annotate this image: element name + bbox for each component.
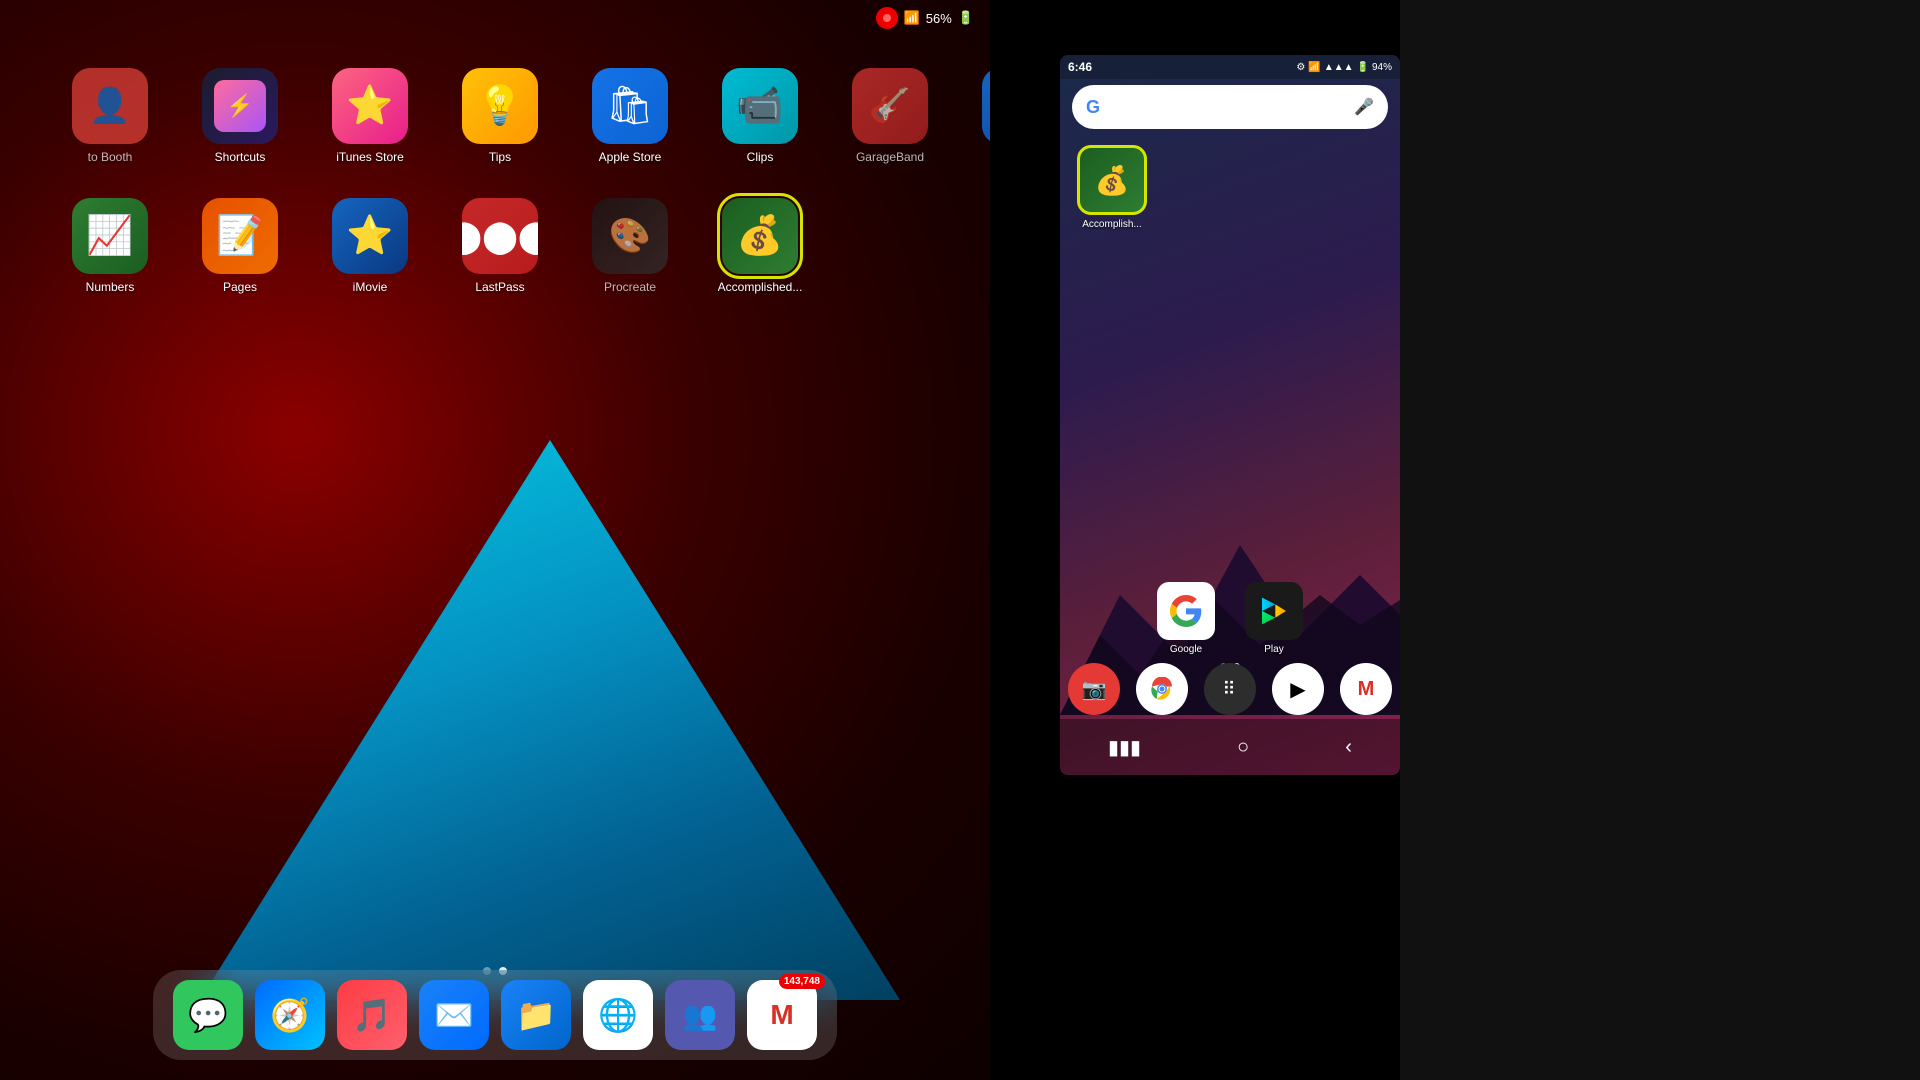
battery-percent: 56% <box>926 11 952 26</box>
android-status-bar: 6:46 ⚙ 📶 ▲▲▲ 🔋 94% <box>1060 55 1400 79</box>
android-dock-chrome[interactable] <box>1136 663 1188 715</box>
dock-music[interactable]: 🎵 <box>337 980 407 1050</box>
battery-icon: 🔋 <box>1357 62 1369 73</box>
google-search-bar[interactable]: G 🎤 <box>1072 85 1388 129</box>
dock-teams[interactable]: 👥 <box>665 980 735 1050</box>
microphone-icon[interactable]: 🎤 <box>1354 97 1374 117</box>
accomplished-label: Accomplish... <box>1082 219 1141 230</box>
dock-chrome[interactable]: 🌐 <box>583 980 653 1050</box>
app-tips[interactable]: 💡 Tips <box>450 60 550 190</box>
app-grid: 👤 to Booth ⚡ Shortcuts ⭐ iTunes Store 💡 … <box>0 50 990 460</box>
signal-icon: ▲▲▲ <box>1324 62 1354 73</box>
android-dock-camera[interactable]: 📷 <box>1068 663 1120 715</box>
right-filler <box>1400 0 1920 1080</box>
android-navbar: ▮▮▮ ○ ‹ <box>1060 719 1400 775</box>
android-dock-playstore[interactable]: ▶ <box>1272 663 1324 715</box>
app-itunes-store[interactable]: ⭐ iTunes Store <box>320 60 420 190</box>
accomplished-icon[interactable]: 💰 <box>1077 145 1147 215</box>
app-numbers[interactable]: 📈 Numbers <box>60 190 160 320</box>
app-shortcuts[interactable]: ⚡ Shortcuts <box>190 60 290 190</box>
play-label: Play <box>1264 644 1283 655</box>
android-app-play[interactable]: Play <box>1245 582 1303 655</box>
ipad-screen: 📶 56% 🔋 👤 to Booth ⚡ Shortcuts ⭐ iTunes … <box>0 0 990 1080</box>
battery-percent: 94% <box>1372 62 1392 73</box>
android-app-google[interactable]: Google <box>1157 582 1215 655</box>
dock-safari[interactable]: 🧭 <box>255 980 325 1050</box>
app-garageband[interactable]: 🎸 GarageBand <box>840 60 940 190</box>
android-status-icons: ⚙ 📶 ▲▲▲ 🔋 94% <box>1296 62 1392 73</box>
nav-home-button[interactable]: ○ <box>1229 728 1257 767</box>
android-screen: 6:46 ⚙ 📶 ▲▲▲ 🔋 94% G 🎤 💰 Accomplish... <box>1060 55 1400 775</box>
ipad-dock: 💬 🧭 🎵 ✉️ 📁 🌐 👥 M 143,748 <box>153 970 837 1060</box>
dock-gmail[interactable]: M 143,748 <box>747 980 817 1050</box>
app-imovie[interactable]: ⭐ iMovie <box>320 190 420 320</box>
app-photo-booth[interactable]: 👤 to Booth <box>60 60 160 190</box>
app-apple-store[interactable]: 🛍 Apple Store <box>580 60 680 190</box>
dock-mail[interactable]: ✉️ <box>419 980 489 1050</box>
recording-indicator <box>876 7 898 29</box>
ipad-status-bar: 📶 56% 🔋 <box>0 0 990 36</box>
app-pages[interactable]: 📝 Pages <box>190 190 290 320</box>
app-keynote[interactable]: 📊 Keynote <box>970 60 990 190</box>
app-clips[interactable]: 📹 Clips <box>710 60 810 190</box>
wifi-icon: 📶 <box>1308 62 1320 73</box>
dock-files[interactable]: 📁 <box>501 980 571 1050</box>
app-lastpass[interactable]: ⬤⬤⬤ LastPass <box>450 190 550 320</box>
android-bottom-apps: Google <box>1060 582 1400 655</box>
android-dock: 📷 ⠿ ▶ M <box>1060 663 1400 715</box>
app-procreate[interactable]: 🎨 Procreate <box>580 190 680 320</box>
nav-recent-button[interactable]: ▮▮▮ <box>1100 727 1149 768</box>
android-time: 6:46 <box>1068 60 1092 74</box>
nav-back-button[interactable]: ‹ <box>1337 728 1360 767</box>
google-label: Google <box>1170 644 1202 655</box>
android-dock-gmail[interactable]: M <box>1340 663 1392 715</box>
battery-icon: 🔋 <box>958 10 974 26</box>
dock-messages[interactable]: 💬 <box>173 980 243 1050</box>
notification-icon: ⚙ <box>1296 62 1305 73</box>
android-dock-apps[interactable]: ⠿ <box>1204 663 1256 715</box>
gmail-badge: 143,748 <box>779 974 825 989</box>
android-accomplished-app[interactable]: 💰 Accomplish... <box>1072 145 1152 230</box>
wifi-icon: 📶 <box>904 10 920 26</box>
app-accomplished[interactable]: 💰 Accomplished... <box>710 190 810 320</box>
google-logo: G <box>1086 97 1100 118</box>
